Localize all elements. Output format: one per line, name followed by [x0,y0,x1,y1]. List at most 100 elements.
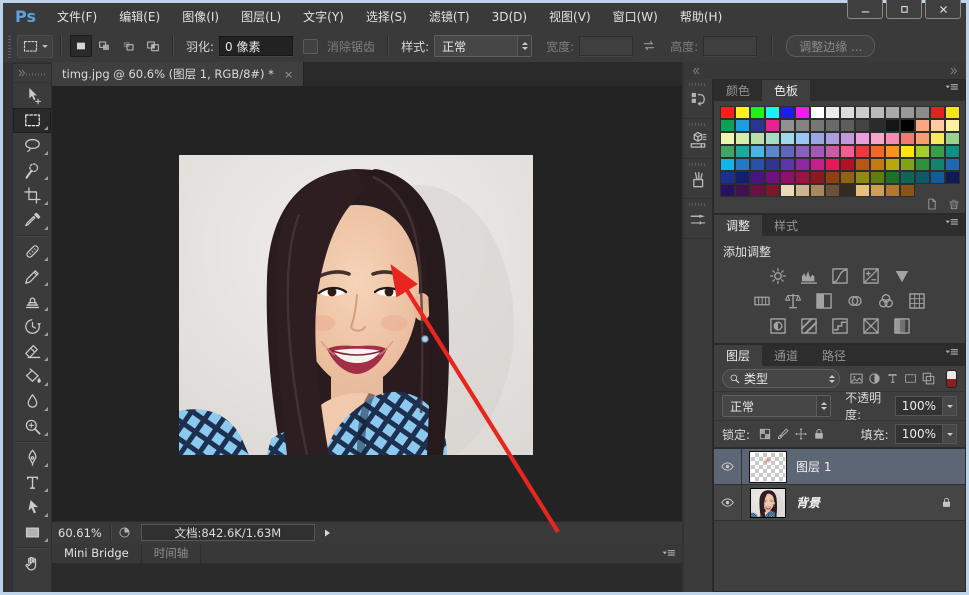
close-button[interactable] [925,0,961,19]
color-swatch[interactable] [720,119,735,132]
adj-bw-button[interactable] [812,290,836,312]
layers-tab-路径[interactable]: 路径 [810,345,858,366]
color-swatch[interactable] [885,119,900,132]
color-swatch[interactable] [945,158,960,171]
color-swatch[interactable] [885,106,900,119]
adj-exposure-button[interactable] [859,265,883,287]
type-tool[interactable] [13,470,51,495]
color-swatch[interactable] [930,145,945,158]
color-swatch[interactable] [825,145,840,158]
color-swatch[interactable] [810,145,825,158]
color-swatch[interactable] [870,106,885,119]
layer-visibility-toggle[interactable] [714,449,742,484]
layer-visibility-toggle[interactable] [714,485,742,520]
adj-colorlookup-button[interactable] [905,290,929,312]
eraser-tool[interactable] [13,339,51,364]
lock-paint-button[interactable] [776,427,790,441]
options-grip[interactable] [8,34,11,58]
minimize-button[interactable] [847,0,883,19]
color-swatch[interactable] [735,158,750,171]
color-swatch[interactable] [825,171,840,184]
color-swatch[interactable] [810,106,825,119]
pencil-tool[interactable] [13,264,51,289]
opacity-input[interactable]: 100% [895,396,957,416]
adj-threshold-button[interactable] [828,315,852,337]
color-swatch[interactable] [855,106,870,119]
color-swatch[interactable] [900,119,915,132]
color-swatch[interactable] [780,132,795,145]
adj-invert-button[interactable] [766,315,790,337]
color-swatch[interactable] [885,145,900,158]
color-swatch[interactable] [795,145,810,158]
refine-edge-button[interactable]: 调整边缘 ... [786,35,875,57]
move-tool[interactable] [13,83,51,108]
color-swatch[interactable] [930,119,945,132]
antialias-checkbox[interactable] [303,39,318,54]
color-swatch[interactable] [750,184,765,197]
filter-type-button[interactable] [885,371,900,386]
color-swatch[interactable] [780,119,795,132]
color-swatch[interactable] [945,132,960,145]
color-swatch[interactable] [735,145,750,158]
filter-kind-dropdown[interactable]: 类型 [722,369,840,388]
color-swatch[interactable] [885,184,900,197]
color-swatch[interactable] [735,119,750,132]
color-swatch[interactable] [855,119,870,132]
color-swatch[interactable] [840,171,855,184]
clone-stamp-tool[interactable] [13,289,51,314]
lock-all-button[interactable] [812,427,826,441]
color-swatch[interactable] [900,171,915,184]
color-swatch[interactable] [750,158,765,171]
hand-tool[interactable] [13,551,51,576]
brush-panel-button[interactable] [684,199,712,239]
panel-menu-icon[interactable] [944,215,959,236]
adj-gradientmap-button[interactable] [859,315,883,337]
color-swatch[interactable] [735,184,750,197]
color-swatch[interactable] [735,132,750,145]
panel-menu-icon[interactable] [944,80,959,101]
color-swatch[interactable] [855,184,870,197]
color-swatch[interactable] [795,171,810,184]
panel-menu-icon[interactable] [944,345,959,366]
color-swatch[interactable] [735,171,750,184]
filter-adjust-button[interactable] [867,371,882,386]
color-swatch[interactable] [795,158,810,171]
blur-tool[interactable] [13,389,51,414]
color-swatch[interactable] [825,106,840,119]
eyedropper-tool[interactable] [13,208,51,233]
tool-preset-picker[interactable] [17,35,53,58]
color-swatch[interactable] [720,132,735,145]
rectangular-marquee-tool[interactable] [13,108,51,133]
adjustments-tab-调整[interactable]: 调整 [714,215,762,236]
color-swatch[interactable] [900,132,915,145]
color-swatch[interactable] [720,184,735,197]
color-swatch[interactable] [765,184,780,197]
adj-selectivecolor-button[interactable] [890,315,914,337]
color-swatch[interactable] [870,171,885,184]
color-swatch[interactable] [720,145,735,158]
new-swatch-icon[interactable] [925,197,939,211]
color-swatch[interactable] [885,171,900,184]
lasso-tool[interactable] [13,133,51,158]
swap-dimensions-icon[interactable] [641,38,657,54]
filter-smart-button[interactable] [921,371,936,386]
adj-colorbalance-button[interactable] [781,290,805,312]
adj-channelmixer-button[interactable] [874,290,898,312]
zoom-tool[interactable] [13,414,51,439]
color-swatch[interactable] [720,171,735,184]
color-swatch[interactable] [915,132,930,145]
color-swatch[interactable] [825,158,840,171]
new-selection-button[interactable] [70,35,92,57]
color-swatch[interactable] [825,132,840,145]
add-to-selection-button[interactable] [94,35,116,57]
color-swatch[interactable] [855,171,870,184]
color-swatch[interactable] [795,132,810,145]
bottom-tab-Mini Bridge[interactable]: Mini Bridge [52,544,142,563]
color-swatch[interactable] [915,158,930,171]
bottom-tab-时间轴[interactable]: 时间轴 [142,544,202,563]
history-panel-button[interactable] [684,79,712,119]
fill-input[interactable]: 100% [895,424,957,444]
panel-grip[interactable] [23,73,47,76]
color-swatch[interactable] [930,171,945,184]
color-swatch[interactable] [840,158,855,171]
